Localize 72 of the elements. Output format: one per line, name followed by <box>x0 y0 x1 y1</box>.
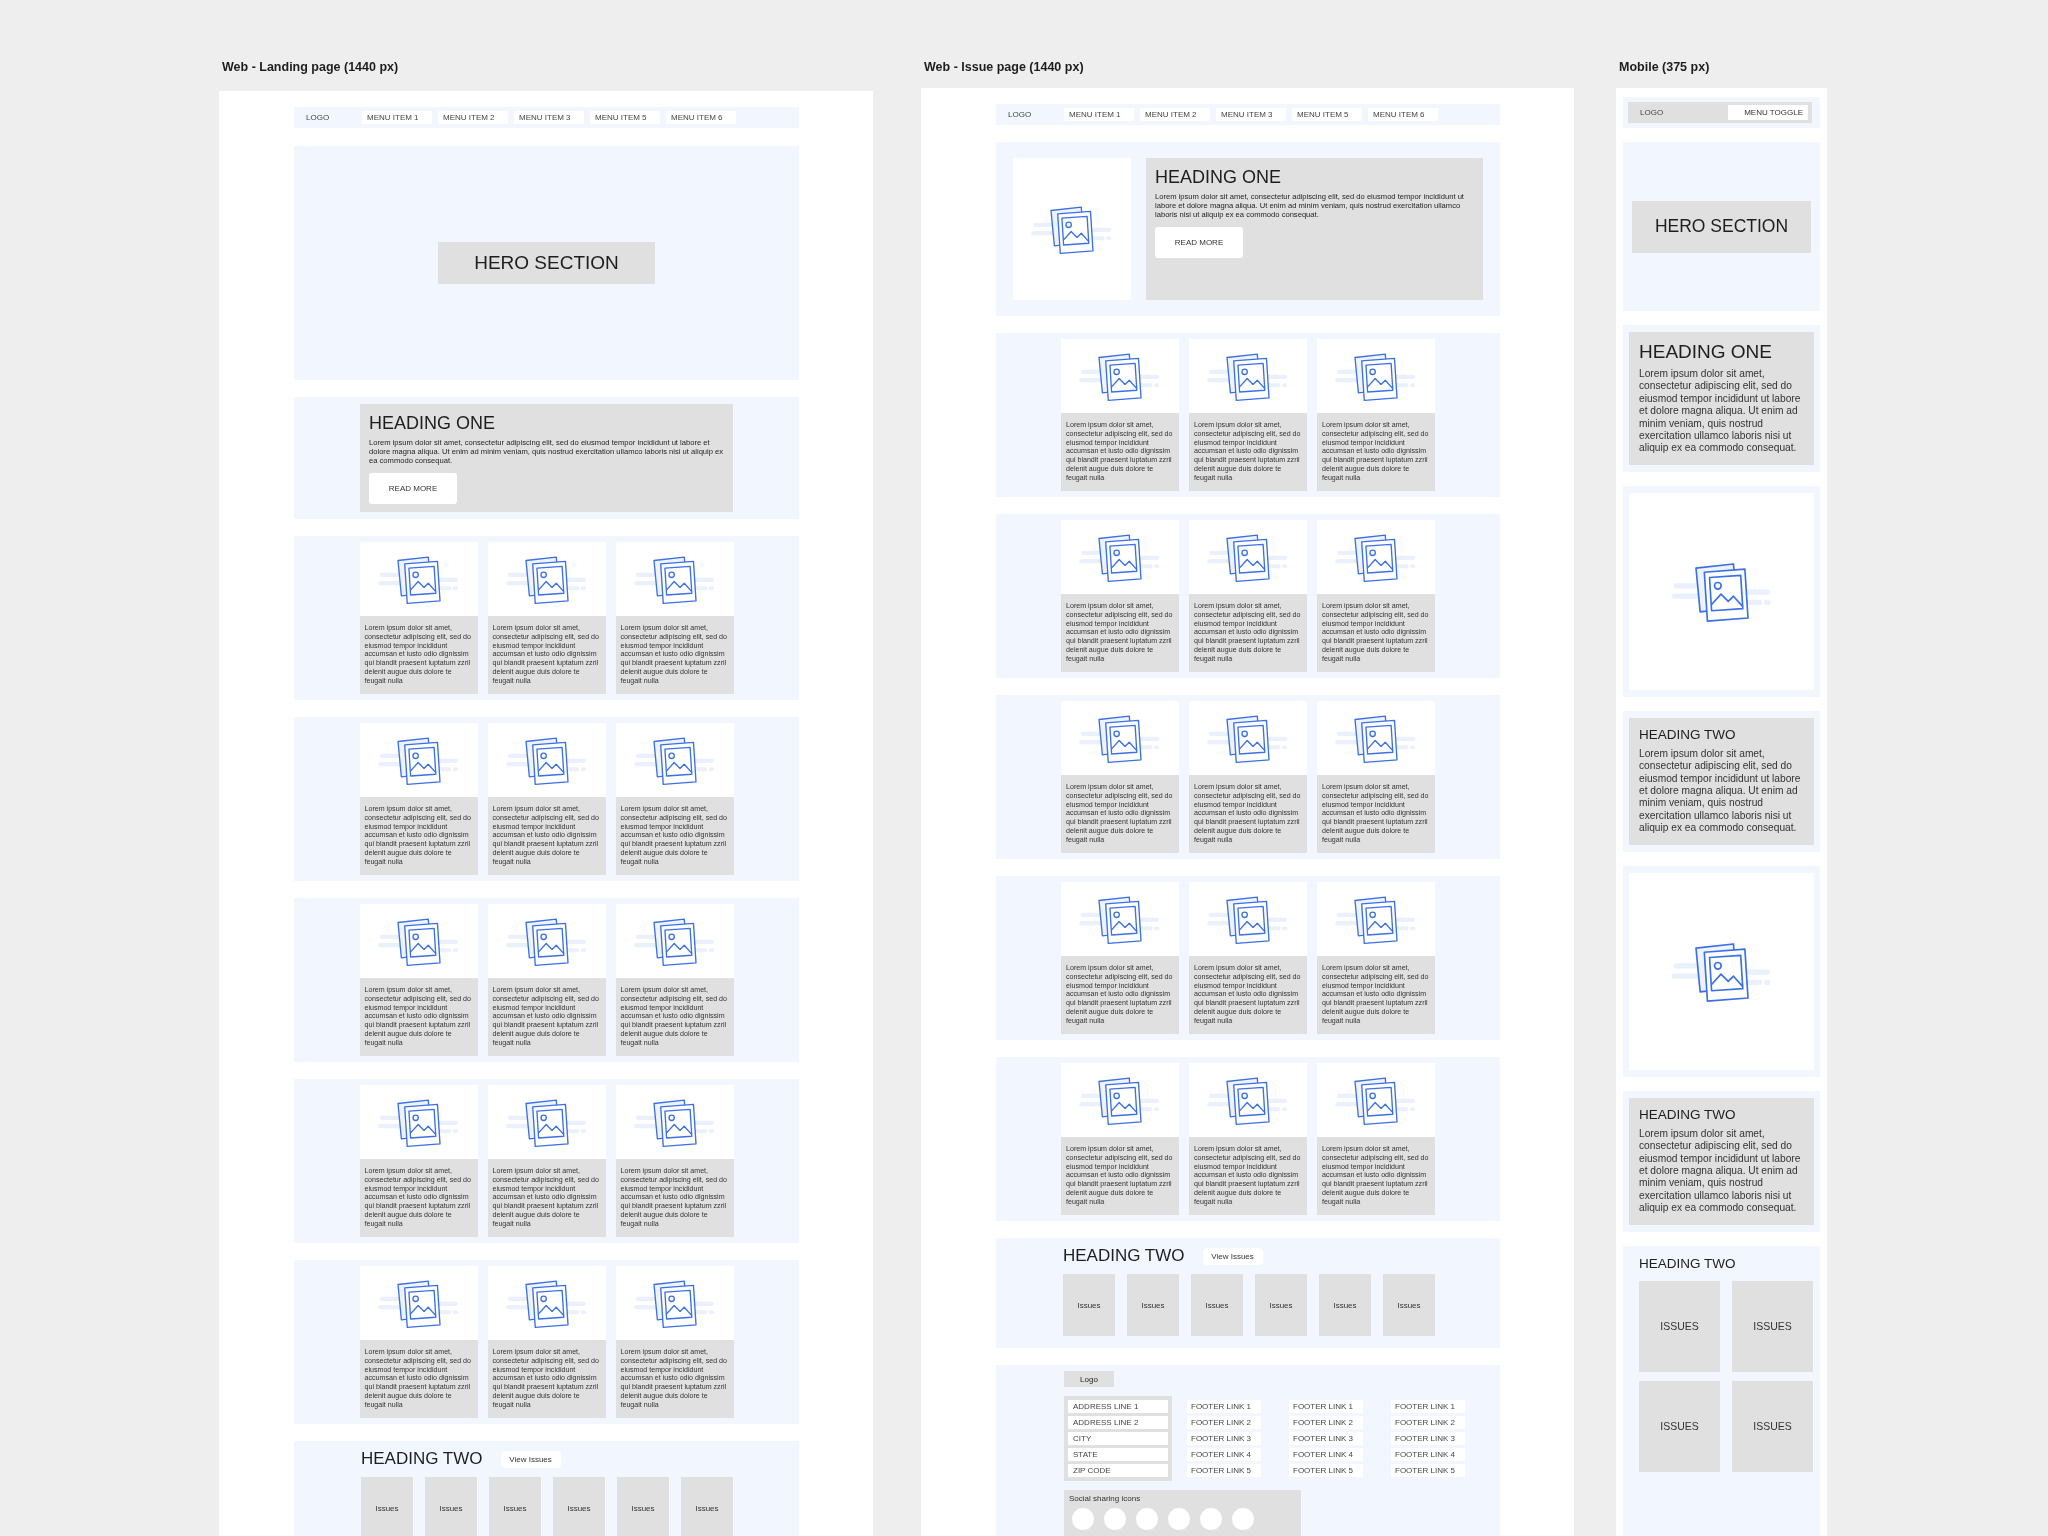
issue-tile[interactable]: ISSUES <box>1639 1280 1720 1372</box>
footer-link[interactable]: FOOTER LINK 3 <box>1391 1432 1465 1445</box>
issue-tile[interactable]: Issues <box>425 1477 477 1536</box>
section-heading: HEADING TWO <box>361 1449 483 1469</box>
footer-link[interactable]: FOOTER LINK 5 <box>1391 1464 1465 1477</box>
footer-link[interactable]: FOOTER LINK 1 <box>1391 1400 1465 1413</box>
menu-item[interactable]: MENU ITEM 5 <box>590 111 660 124</box>
address-field[interactable]: ADDRESS LINE 1 <box>1068 1400 1168 1413</box>
menu-item[interactable]: MENU ITEM 3 <box>514 111 584 124</box>
hero-label: HERO SECTION <box>438 242 655 284</box>
issue-tile[interactable]: Issues <box>553 1477 605 1536</box>
read-more-button[interactable]: READ MORE <box>369 473 457 504</box>
issue-tile[interactable]: Issues <box>1127 1274 1179 1336</box>
footer-link[interactable]: FOOTER LINK 1 <box>1187 1400 1261 1413</box>
issue-tile[interactable]: Issues <box>681 1477 733 1536</box>
issue-tile[interactable]: Issues <box>1383 1274 1435 1336</box>
issue-tile[interactable]: Issues <box>1191 1274 1243 1336</box>
view-issues-button[interactable]: View Issues <box>1202 1247 1263 1265</box>
body-text: Lorem ipsum dolor sit amet, consectetur adipiscing elit, sed do eiusmod tempor incididunt ut labore et dolore magna aliqua. Ut enim ad minim veniam, quis nostrud exercitation ullamco laboris nisi ut aliquip ex ea commodo consequat. <box>1639 747 1802 835</box>
logo-text[interactable]: LOGO <box>1008 110 1058 119</box>
footer-link[interactable]: FOOTER LINK 5 <box>1187 1464 1261 1477</box>
social-label: Social sharing icons <box>1069 1494 1142 1503</box>
menu-item[interactable]: MENU ITEM 6 <box>1368 108 1438 121</box>
menu-item[interactable]: MENU ITEM 6 <box>666 111 736 124</box>
issue-tile[interactable]: Issues <box>1063 1274 1115 1336</box>
footer-link[interactable]: FOOTER LINK 2 <box>1289 1416 1363 1429</box>
address-field[interactable]: ADDRESS LINE 2 <box>1068 1416 1168 1429</box>
section-heading: HEADING ONE <box>1639 341 1774 363</box>
frame-title: Mobile (375 px) <box>1619 60 1711 76</box>
footer-logo[interactable]: Logo <box>1064 1371 1114 1387</box>
footer-link[interactable]: FOOTER LINK 2 <box>1391 1416 1465 1429</box>
section-heading: HEADING ONE <box>369 413 497 434</box>
frame-title: Web - Issue page (1440 px) <box>924 60 1085 76</box>
body-text: Lorem ipsum dolor sit amet, consectetur adipiscing elit, sed do eiusmod tempor incididunt ut labore et dolore magna aliqua. Ut enim ad minim veniam, quis nostrud exercitation ullamco laboris nisi ut aliquip ex ea commodo consequat. <box>1639 1127 1802 1215</box>
logo-text[interactable]: LOGO <box>1640 108 1664 117</box>
issue-tile[interactable]: ISSUES <box>1732 1380 1813 1472</box>
footer-link[interactable]: FOOTER LINK 3 <box>1187 1432 1261 1445</box>
footer-link[interactable]: FOOTER LINK 1 <box>1289 1400 1363 1413</box>
footer-link[interactable]: FOOTER LINK 2 <box>1187 1416 1261 1429</box>
section-heading: HEADING TWO <box>1063 1246 1185 1266</box>
section-heading: HEADING TWO <box>1639 1255 1737 1271</box>
issue-tile[interactable]: Issues <box>1255 1274 1307 1336</box>
footer-link[interactable]: FOOTER LINK 4 <box>1391 1448 1465 1461</box>
menu-item[interactable]: MENU ITEM 1 <box>362 111 432 124</box>
footer-link[interactable]: FOOTER LINK 4 <box>1187 1448 1261 1461</box>
body-text: Lorem ipsum dolor sit amet, consectetur adipiscing elit, sed do eiusmod tempor incididunt ut labore et dolore magna aliqua. Ut enim ad minim veniam, quis nostrud exercitation ullamco laboris nisi ut aliquip ex ea commodo consequat. <box>1639 368 1802 455</box>
issue-tile[interactable]: Issues <box>489 1477 541 1536</box>
address-field[interactable]: STATE <box>1068 1448 1168 1461</box>
menu-item[interactable]: MENU ITEM 2 <box>438 111 508 124</box>
footer-link[interactable]: FOOTER LINK 5 <box>1289 1464 1363 1477</box>
frame-title: Web - Landing page (1440 px) <box>222 60 400 76</box>
menu-item[interactable]: MENU ITEM 1 <box>1064 108 1134 121</box>
menu-item[interactable]: MENU ITEM 3 <box>1216 108 1286 121</box>
logo-text[interactable]: LOGO <box>306 113 356 122</box>
address-field[interactable]: ZIP CODE <box>1068 1464 1168 1477</box>
issue-tile[interactable]: ISSUES <box>1639 1380 1720 1472</box>
issue-tile[interactable]: Issues <box>1319 1274 1371 1336</box>
issue-tile[interactable]: ISSUES <box>1732 1280 1813 1372</box>
issue-tile[interactable]: Issues <box>361 1477 413 1536</box>
hero-label: HERO SECTION <box>1632 200 1811 253</box>
read-more-button[interactable]: READ MORE <box>1155 227 1243 258</box>
footer-link[interactable]: FOOTER LINK 3 <box>1289 1432 1363 1445</box>
menu-item[interactable]: MENU ITEM 2 <box>1140 108 1210 121</box>
menu-toggle-button[interactable]: MENU TOGGLE <box>1728 105 1808 120</box>
footer-link[interactable]: FOOTER LINK 4 <box>1289 1448 1363 1461</box>
section-heading: HEADING TWO <box>1639 1106 1737 1122</box>
section-heading: HEADING TWO <box>1639 726 1737 742</box>
view-issues-button[interactable]: View Issues <box>500 1450 561 1468</box>
section-heading: HEADING ONE <box>1155 167 1283 188</box>
issue-tile[interactable]: Issues <box>617 1477 669 1536</box>
menu-item[interactable]: MENU ITEM 5 <box>1292 108 1362 121</box>
address-field[interactable]: CITY <box>1068 1432 1168 1445</box>
